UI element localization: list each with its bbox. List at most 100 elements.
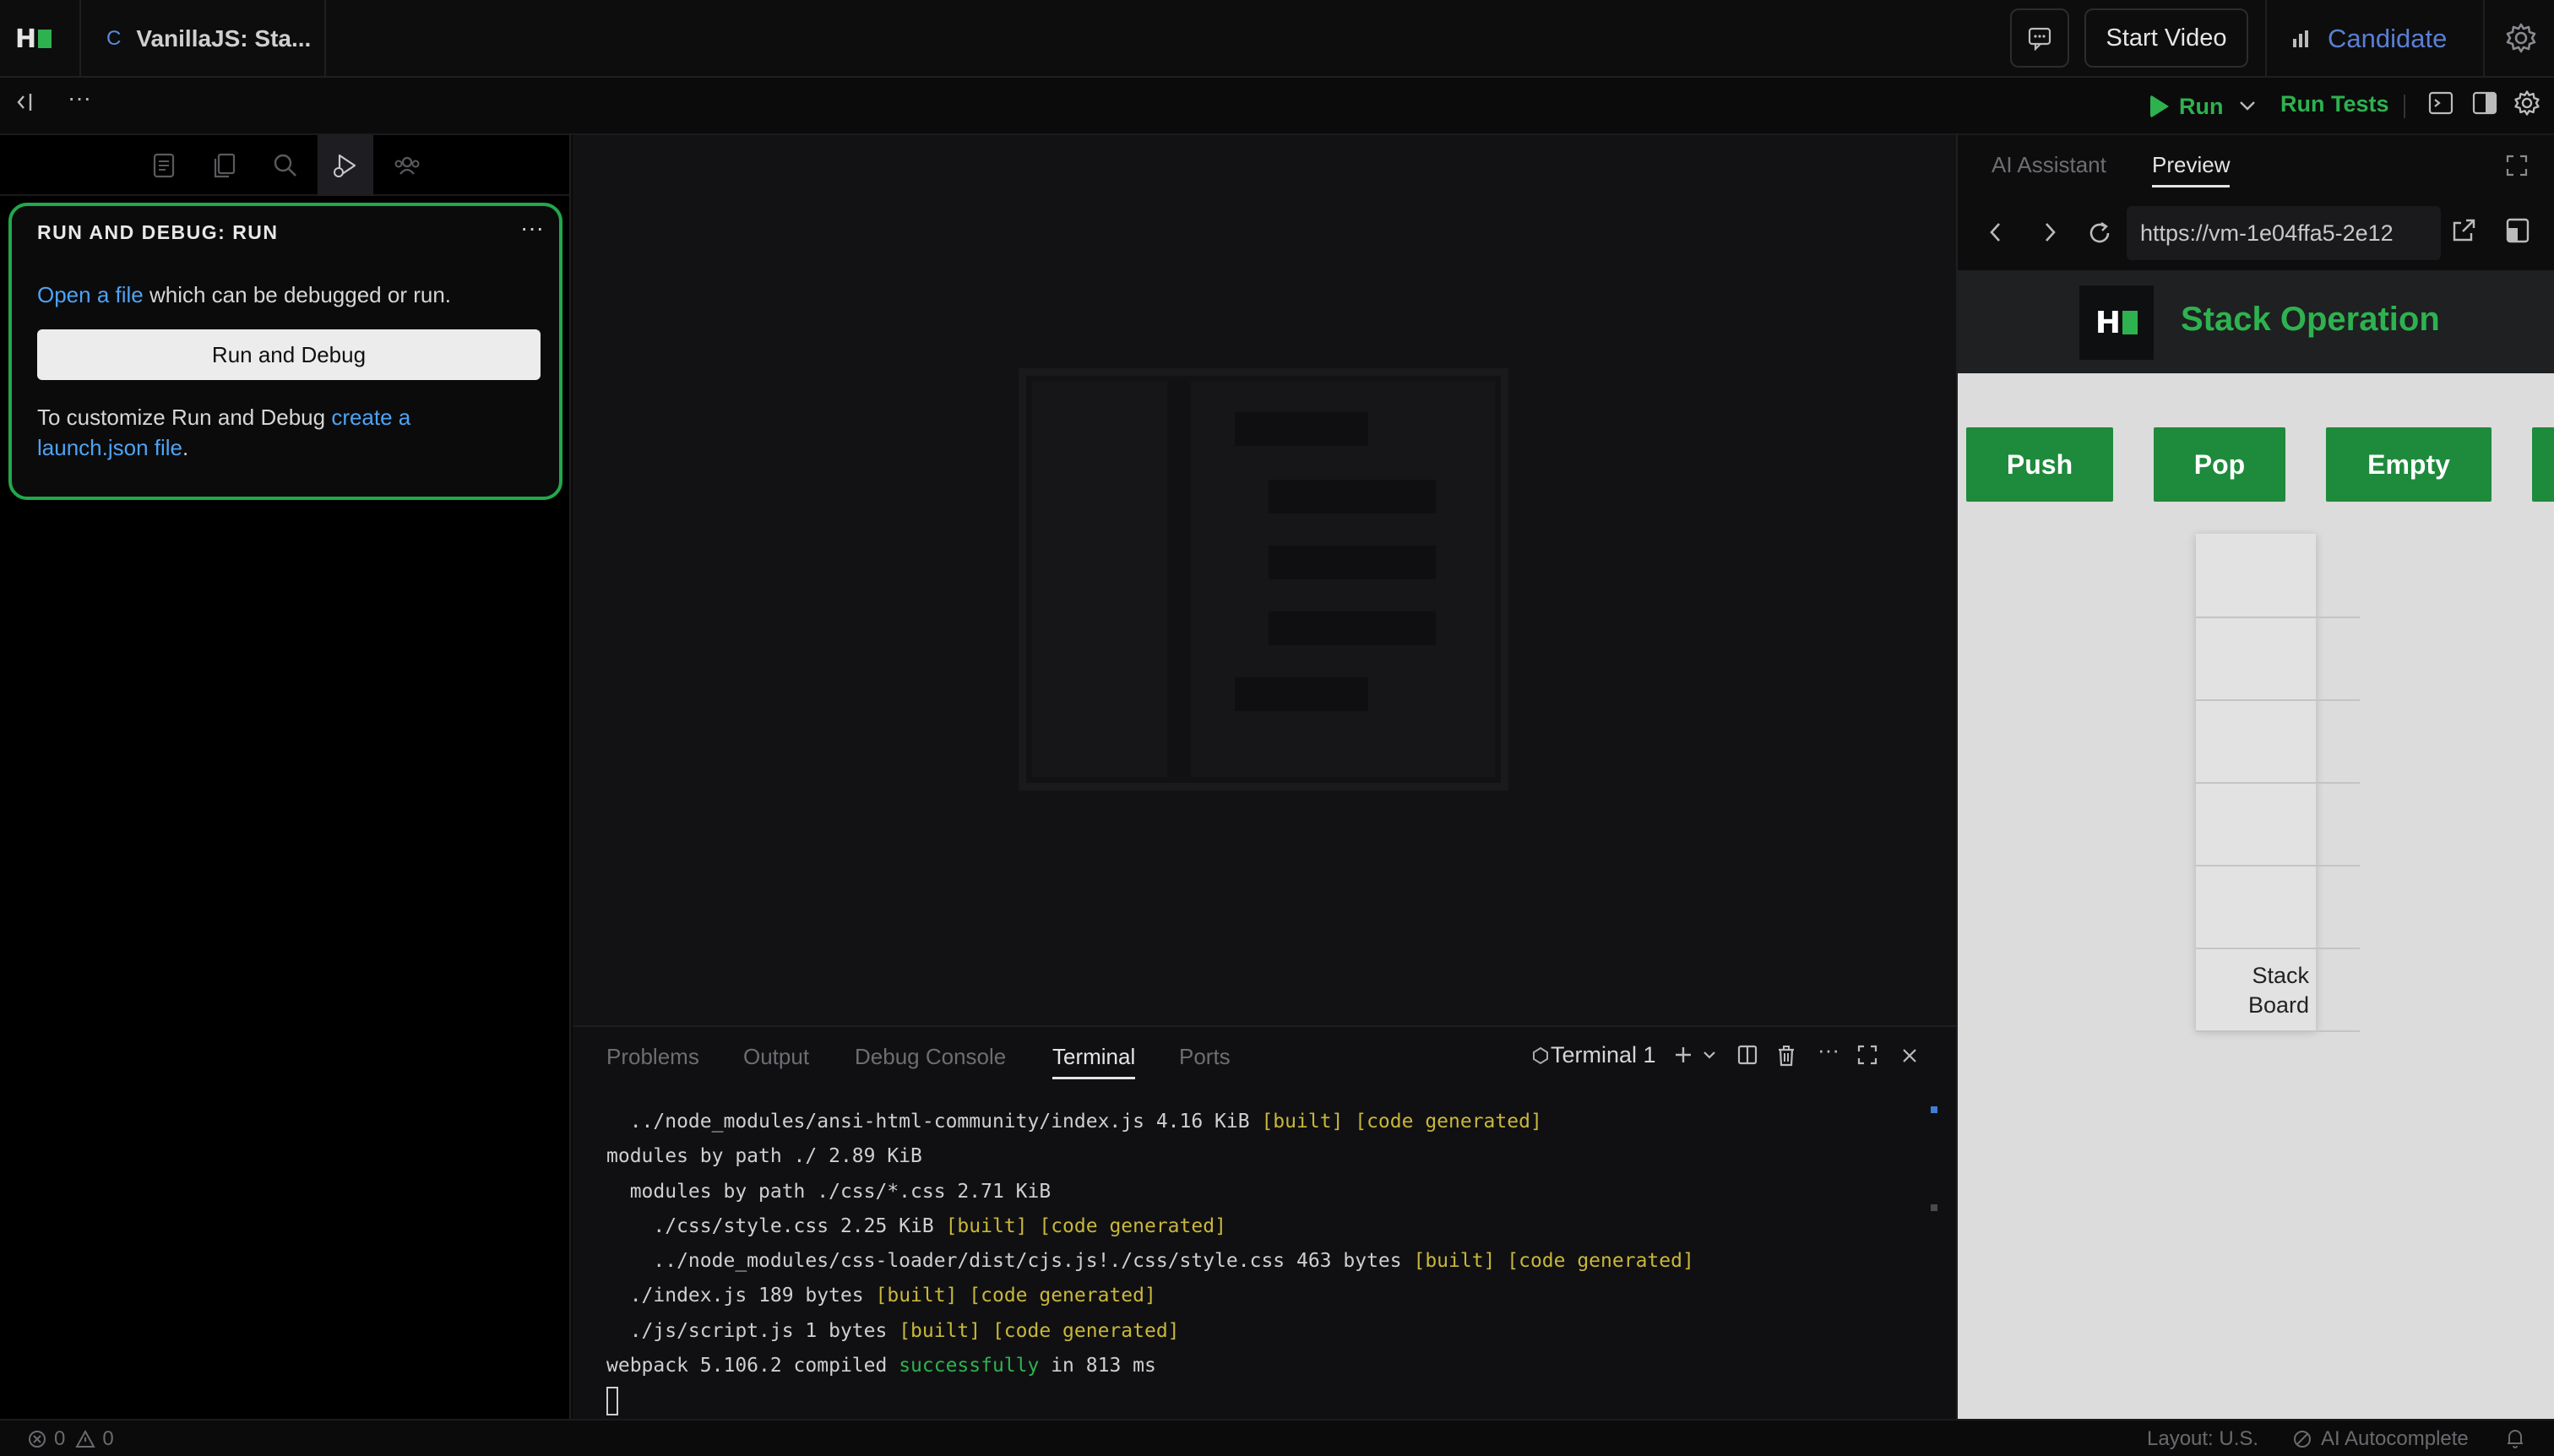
toggle-sidebar-icon[interactable] — [14, 90, 39, 121]
scroll-indicator — [1931, 1204, 1937, 1211]
split-layout-icon[interactable] — [2471, 90, 2498, 122]
add-terminal-icon[interactable] — [1672, 1044, 1694, 1072]
top-bar: H C VanillaJS: Sta... Start Video Candid… — [0, 0, 2554, 78]
bottom-panel: Problems Output Debug Console Terminal P… — [573, 1025, 1956, 1419]
warning-count: 0 — [102, 1427, 114, 1450]
settings-gear-icon[interactable] — [2505, 22, 2537, 58]
ai-autocomplete-toggle[interactable]: AI Autocomplete — [2292, 1427, 2469, 1451]
terminal-prompt[interactable] — [606, 1383, 1694, 1418]
tab-terminal[interactable]: Terminal — [1052, 1044, 1136, 1079]
reload-icon[interactable] — [2086, 220, 2113, 251]
more-options-icon[interactable]: ··· — [1818, 1037, 1839, 1063]
tab-output[interactable]: Output — [743, 1044, 809, 1070]
logo-square-icon — [38, 30, 52, 48]
app-root: H C VanillaJS: Sta... Start Video Candid… — [0, 0, 2554, 1456]
url-field[interactable]: https://vm-1e04ffa5-2e12 — [2127, 206, 2441, 260]
push-button[interactable]: Push — [1966, 427, 2113, 502]
stack-label-line2: Board — [2247, 992, 2309, 1018]
candidate-menu[interactable]: Candidate — [2290, 19, 2447, 59]
panel-title: RUN AND DEBUG: RUN — [37, 221, 279, 243]
keyboard-layout[interactable]: Layout: U.S. — [2147, 1427, 2258, 1451]
device-toggle-icon[interactable] — [2503, 216, 2532, 249]
terminal-cube-icon — [1533, 1046, 1548, 1064]
tab-problems[interactable]: Problems — [606, 1044, 699, 1070]
tab-debug-console[interactable]: Debug Console — [855, 1044, 1006, 1070]
split-terminal-icon[interactable] — [1736, 1044, 1758, 1072]
chat-icon — [2028, 27, 2051, 51]
status-bar: 0 0 Layout: U.S. AI Autocomplete — [0, 1419, 2554, 1456]
ai-autocomplete-label: AI Autocomplete — [2321, 1427, 2469, 1450]
trash-icon[interactable] — [1775, 1044, 1797, 1073]
tab-preview[interactable]: Preview — [2152, 152, 2231, 187]
maximize-panel-icon[interactable] — [1856, 1044, 1878, 1072]
empty-button[interactable]: Empty — [2326, 427, 2492, 502]
more-options-icon[interactable]: ··· — [520, 215, 544, 242]
stack-label-line1: Stack — [2252, 963, 2309, 988]
terminal-line: ./js/script.js 1 bytes [built] [code gen… — [606, 1314, 1694, 1349]
stack-divider — [2196, 617, 2360, 618]
open-external-icon[interactable] — [2449, 216, 2478, 249]
close-icon[interactable] — [1900, 1044, 1919, 1072]
file-tab-title: VanillaJS: Sta... — [136, 25, 312, 52]
terminal-selector[interactable]: Terminal 1 — [1530, 1042, 1656, 1068]
tab-ports[interactable]: Ports — [1179, 1044, 1231, 1070]
terminal-line: ./css/style.css 2.25 KiB [built] [code g… — [606, 1209, 1694, 1244]
search-icon[interactable] — [269, 149, 302, 182]
editor-area — [573, 135, 1956, 1025]
scroll-indicator — [1931, 1106, 1937, 1113]
editor-watermark-icon — [1019, 368, 1508, 790]
terminal-line-text: ./js/script.js 1 bytes — [606, 1319, 899, 1342]
hackerrank-logo[interactable]: H — [15, 24, 57, 54]
start-video-button[interactable]: Start Video — [2084, 8, 2248, 68]
notifications-bell-icon[interactable] — [2505, 1427, 2525, 1449]
explorer-icon[interactable] — [147, 149, 181, 182]
files-icon[interactable] — [208, 149, 242, 182]
terminal-compiled-line: webpack 5.106.2 compiled successfully in… — [606, 1349, 1694, 1383]
error-icon — [29, 1431, 46, 1448]
compiled-status: successfully — [899, 1355, 1040, 1377]
play-icon — [2150, 95, 2169, 118]
run-tests-button[interactable]: Run Tests — [2280, 91, 2389, 117]
sidebar: RUN AND DEBUG: RUN ··· Open a file which… — [0, 135, 571, 1419]
terminal-output[interactable]: ../node_modules/ansi-html-community/inde… — [606, 1105, 1694, 1419]
divider — [2483, 0, 2485, 78]
customize-suffix: . — [182, 435, 189, 460]
settings-icon[interactable] — [2513, 90, 2540, 122]
run-and-debug-button[interactable]: Run and Debug — [37, 329, 541, 380]
run-debug-icon[interactable] — [318, 135, 373, 196]
pop-button[interactable]: Pop — [2154, 427, 2285, 502]
terminal-line-tag: [built] [code generated] — [875, 1285, 1156, 1307]
chevron-down-icon[interactable] — [1701, 1044, 1718, 1072]
disabled-icon — [2294, 1431, 2311, 1448]
stack-divider — [2196, 865, 2360, 867]
stack-divider — [2196, 699, 2360, 701]
terminal-line: modules by path ./css/*.css 2.71 KiB — [606, 1175, 1694, 1209]
problems-status[interactable]: 0 0 — [27, 1427, 114, 1451]
forward-arrow-icon[interactable] — [2039, 220, 2061, 249]
editor-toolbar: ··· Run Run Tests — [0, 78, 2554, 135]
terminal-line: ../node_modules/ansi-html-community/inde… — [606, 1105, 1694, 1139]
file-tab[interactable]: C VanillaJS: Sta... — [79, 0, 326, 78]
logo-letter-icon: H — [2095, 305, 2122, 340]
chevron-down-icon[interactable] — [2236, 95, 2258, 121]
open-file-link[interactable]: Open a file — [37, 282, 144, 307]
run-button[interactable]: Run — [2150, 90, 2223, 123]
logo-square-icon — [2122, 311, 2138, 334]
collaboration-icon[interactable] — [390, 149, 424, 182]
more-button[interactable] — [2532, 427, 2554, 502]
candidate-label: Candidate — [2328, 24, 2448, 53]
back-arrow-icon[interactable] — [1985, 220, 2007, 249]
fullscreen-icon[interactable] — [2505, 154, 2529, 182]
tab-ai-assistant[interactable]: AI Assistant — [1992, 152, 2106, 178]
preview-panel: AI Assistant Preview https://vm-1e04ffa5… — [1956, 135, 2554, 1419]
site-header: H Stack Operation — [1958, 272, 2554, 373]
more-options-icon[interactable]: ··· — [68, 84, 91, 111]
chat-button[interactable] — [2010, 8, 2069, 68]
terminal-icon[interactable] — [2427, 90, 2454, 122]
stack-board-label: Stack Board — [2196, 961, 2316, 1020]
preview-site: H Stack Operation Push Pop Empty Stack B… — [1958, 272, 2554, 1419]
divider — [2265, 0, 2267, 78]
stack-divider — [2196, 782, 2360, 784]
stack-divider — [2196, 1030, 2360, 1032]
customize-text: To customize Run and Debug create a laun… — [37, 402, 510, 463]
